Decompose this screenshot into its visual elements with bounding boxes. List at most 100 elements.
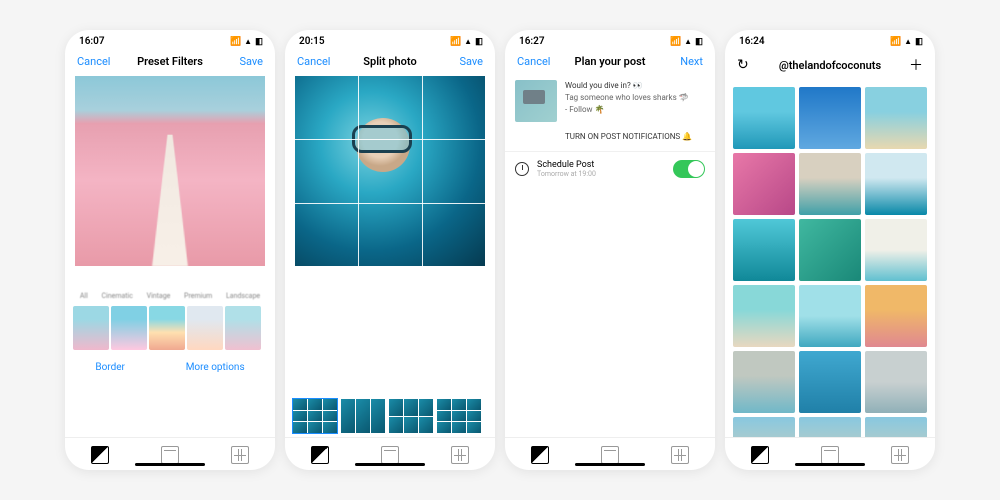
cancel-button[interactable]: Cancel <box>297 55 337 68</box>
screen-preset-filters: 16:07 Cancel Preset Filters Save All Cin… <box>65 30 275 470</box>
status-time: 20:15 <box>299 36 325 47</box>
caption-row[interactable]: Would you dive in? 👀 Tag someone who lov… <box>505 76 715 126</box>
status-time: 16:24 <box>739 36 765 47</box>
cancel-button[interactable]: Cancel <box>517 55 557 68</box>
feed-item[interactable] <box>865 285 927 347</box>
home-indicator[interactable] <box>575 463 645 466</box>
clock-icon <box>515 162 529 176</box>
caption-line: Tag someone who loves sharks 🦈 <box>565 92 689 104</box>
split-layout-options <box>285 395 495 437</box>
tab-calendar-icon[interactable] <box>161 446 179 464</box>
status-icons <box>670 36 701 47</box>
feed-item[interactable] <box>733 153 795 215</box>
username-title[interactable]: @thelandofcoconuts <box>777 59 883 72</box>
preview-image[interactable] <box>295 76 485 266</box>
filter-thumb[interactable] <box>149 306 185 350</box>
filter-tab[interactable]: Cinematic <box>101 292 132 300</box>
add-post-icon[interactable]: ＋ <box>883 55 923 75</box>
filter-thumb[interactable] <box>111 306 147 350</box>
battery-icon <box>475 36 481 47</box>
split-option-3x3-alt[interactable] <box>437 399 481 433</box>
more-options-button[interactable]: More options <box>186 362 245 373</box>
feed-item[interactable] <box>865 351 927 413</box>
feed-item[interactable] <box>865 219 927 281</box>
signal-icon <box>670 36 681 47</box>
feed-item[interactable] <box>799 351 861 413</box>
feed-item[interactable] <box>733 285 795 347</box>
battery-icon <box>695 36 701 47</box>
tab-grid-icon[interactable] <box>891 446 909 464</box>
tab-calendar-icon[interactable] <box>381 446 399 464</box>
caption-line: - Follow 🌴 <box>565 104 689 116</box>
next-button[interactable]: Next <box>663 55 703 68</box>
feed-item[interactable] <box>799 153 861 215</box>
feed-item[interactable] <box>733 87 795 149</box>
split-option-3x1[interactable] <box>341 399 385 433</box>
schedule-toggle[interactable] <box>673 160 705 178</box>
status-icons <box>230 36 261 47</box>
screen-feed-preview: 16:24 ↻ @thelandofcoconuts ＋ <box>725 30 935 470</box>
feed-item[interactable] <box>733 351 795 413</box>
wifi-icon <box>904 36 912 47</box>
filter-thumbnails <box>65 302 275 354</box>
battery-icon <box>915 36 921 47</box>
cancel-button[interactable]: Cancel <box>77 55 117 68</box>
tab-feed-icon[interactable] <box>91 446 109 464</box>
notification-hint: TURN ON POST NOTIFICATIONS 🔔 <box>505 126 715 151</box>
wifi-icon <box>244 36 252 47</box>
schedule-subtext: Tomorrow at 19:00 <box>537 170 665 178</box>
feed-item[interactable] <box>865 87 927 149</box>
refresh-icon[interactable]: ↻ <box>737 57 777 73</box>
signal-icon <box>230 36 241 47</box>
tab-grid-icon[interactable] <box>231 446 249 464</box>
filter-tab[interactable]: Vintage <box>147 292 171 300</box>
wifi-icon <box>464 36 472 47</box>
filter-thumb[interactable] <box>73 306 109 350</box>
feed-item[interactable] <box>865 417 927 437</box>
tab-grid-icon[interactable] <box>451 446 469 464</box>
status-bar: 20:15 <box>285 30 495 49</box>
tab-feed-icon[interactable] <box>751 446 769 464</box>
home-indicator[interactable] <box>135 463 205 466</box>
nav-bar: ↻ @thelandofcoconuts ＋ <box>725 49 935 83</box>
save-button[interactable]: Save <box>223 55 263 68</box>
feed-item[interactable] <box>865 153 927 215</box>
caption-text[interactable]: Would you dive in? 👀 Tag someone who lov… <box>565 80 689 122</box>
tab-grid-icon[interactable] <box>671 446 689 464</box>
content <box>725 83 935 437</box>
filter-thumb[interactable] <box>187 306 223 350</box>
tab-calendar-icon[interactable] <box>821 446 839 464</box>
border-button[interactable]: Border <box>95 362 125 373</box>
split-option-3x3[interactable] <box>293 399 337 433</box>
page-title: Preset Filters <box>117 55 223 68</box>
tab-feed-icon[interactable] <box>311 446 329 464</box>
feed-item[interactable] <box>799 417 861 437</box>
post-thumbnail[interactable] <box>515 80 557 122</box>
feed-item[interactable] <box>799 87 861 149</box>
battery-icon <box>255 36 261 47</box>
caption-line: Would you dive in? 👀 <box>565 80 689 92</box>
filter-tab[interactable]: All <box>80 292 88 300</box>
feed-item[interactable] <box>733 219 795 281</box>
save-button[interactable]: Save <box>443 55 483 68</box>
tab-calendar-icon[interactable] <box>601 446 619 464</box>
home-indicator[interactable] <box>795 463 865 466</box>
filter-tab[interactable]: Premium <box>184 292 212 300</box>
filter-category-tabs: All Cinematic Vintage Premium Landscape <box>65 292 275 300</box>
feed-item[interactable] <box>799 285 861 347</box>
bottom-actions: Border More options <box>65 354 275 377</box>
feed-item[interactable] <box>733 417 795 437</box>
nav-bar: Cancel Preset Filters Save <box>65 49 275 76</box>
filter-tab[interactable]: Landscape <box>226 292 260 300</box>
filter-thumb[interactable] <box>225 306 261 350</box>
feed-grid[interactable] <box>725 83 935 437</box>
split-option-3x2[interactable] <box>389 399 433 433</box>
home-indicator[interactable] <box>355 463 425 466</box>
schedule-label: Schedule Post <box>537 160 665 170</box>
preview-image[interactable] <box>75 76 265 266</box>
feed-item[interactable] <box>799 219 861 281</box>
status-bar: 16:07 <box>65 30 275 49</box>
status-bar: 16:24 <box>725 30 935 49</box>
content <box>285 76 495 437</box>
tab-feed-icon[interactable] <box>531 446 549 464</box>
